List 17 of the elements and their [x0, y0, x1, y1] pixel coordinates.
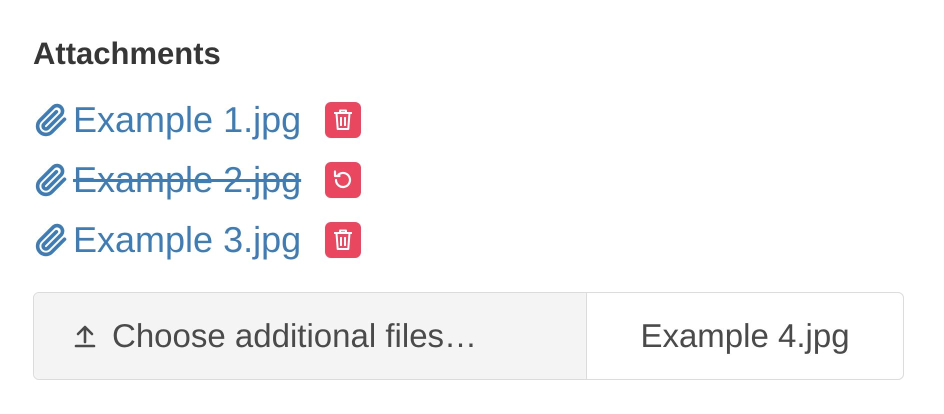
button-label: Choose additional files… — [112, 316, 478, 356]
attachment-link[interactable]: Example 3.jpg — [73, 213, 302, 267]
trash-icon — [333, 229, 354, 251]
delete-button[interactable] — [325, 222, 362, 258]
section-heading: Attachments — [33, 35, 222, 73]
choose-files-button[interactable]: Choose additional files… — [34, 293, 587, 379]
delete-button[interactable] — [325, 102, 362, 138]
attachment-link[interactable]: Example 1.jpg — [73, 93, 302, 147]
paperclip-icon — [33, 101, 69, 139]
trash-icon — [333, 109, 354, 131]
paperclip-icon — [33, 221, 69, 259]
file-input[interactable]: Choose additional files… Example 4.jpg — [33, 292, 904, 380]
attachment-link[interactable]: Example 2.jpg — [73, 153, 302, 207]
file-name: Example 4.jpg — [639, 316, 851, 356]
paperclip-icon — [33, 161, 69, 199]
restore-button[interactable] — [325, 162, 362, 198]
upload-icon — [74, 324, 96, 348]
